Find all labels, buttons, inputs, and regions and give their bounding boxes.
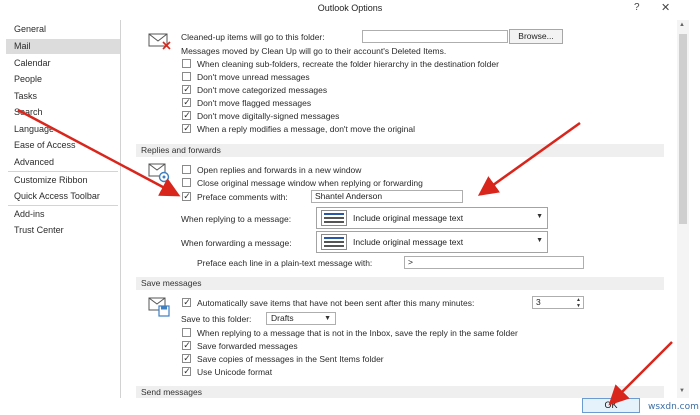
scroll-down-icon[interactable]: ▼ (679, 388, 685, 394)
checkbox-reply-modifies[interactable]: ✓ (182, 123, 191, 133)
options-sidebar: General Mail Calendar People Tasks Searc… (6, 20, 121, 412)
cleanup-info-text: Messages moved by Clean Up will go to th… (181, 46, 447, 56)
help-button[interactable]: ? (634, 2, 640, 13)
scrollbar-thumb[interactable] (679, 34, 687, 224)
label-autosave: Automatically save items that have not b… (197, 298, 475, 308)
sidebar-item-quick-access-toolbar[interactable]: Quick Access Toolbar (6, 189, 120, 204)
sidebar-item-search[interactable]: Search (6, 105, 120, 120)
section-save-messages: Save messages (136, 277, 664, 290)
checkbox-dont-move-unread[interactable] (182, 72, 191, 81)
sidebar-item-add-ins[interactable]: Add-ins (6, 207, 120, 222)
checkbox-autosave[interactable]: ✓ (182, 297, 191, 307)
autosave-minutes-stepper[interactable]: 3 ▲ ▼ (532, 296, 584, 309)
spinner-icon[interactable]: ▲ ▼ (576, 297, 581, 308)
checkbox-preface-comments[interactable]: ✓ (182, 191, 191, 201)
label-open-new-window: Open replies and forwards in a new windo… (197, 165, 362, 175)
sidebar-item-ease-of-access[interactable]: Ease of Access (6, 138, 120, 153)
autosave-minutes-value: 3 (536, 297, 541, 307)
label-save-forwarded: Save forwarded messages (197, 341, 298, 351)
sidebar-item-general[interactable]: General (6, 22, 120, 37)
checkmark-icon: ✓ (183, 297, 191, 307)
label-dont-move-flagged: Don't move flagged messages (197, 98, 312, 108)
cleanup-folder-field[interactable] (362, 30, 508, 43)
checkbox-unicode-format[interactable]: ✓ (182, 366, 191, 376)
sidebar-item-trust-center[interactable]: Trust Center (6, 223, 120, 238)
scroll-up-icon[interactable]: ▲ (679, 22, 685, 28)
preface-each-line-field[interactable]: > (404, 256, 584, 269)
sidebar-item-mail[interactable]: Mail (6, 39, 120, 54)
message-layout-icon (321, 210, 347, 226)
section-send-messages: Send messages (136, 386, 664, 398)
label-reply-modifies: When a reply modifies a message, don't m… (197, 124, 416, 134)
chevron-down-icon: ▼ (324, 315, 331, 322)
watermark-text: wsxdn.com (648, 402, 699, 412)
checkmark-icon: ✓ (183, 123, 191, 133)
checkbox-dont-move-signed[interactable]: ✓ (182, 110, 191, 120)
replying-dropdown[interactable]: Include original message text ▼ (316, 207, 548, 229)
label-dont-move-signed: Don't move digitally-signed messages (197, 111, 340, 121)
options-scrollbar[interactable]: ▲ ▼ (677, 20, 689, 398)
checkmark-icon: ✓ (183, 366, 191, 376)
sidebar-item-language[interactable]: Language (6, 122, 120, 137)
replying-dropdown-value: Include original message text (353, 213, 464, 223)
label-recreate-hierarchy: When cleaning sub-folders, recreate the … (197, 59, 499, 69)
checkbox-save-reply-same-folder[interactable] (182, 328, 191, 337)
checkbox-dont-move-categorized[interactable]: ✓ (182, 84, 191, 94)
label-preface-comments: Preface comments with: (197, 192, 288, 202)
checkbox-recreate-hierarchy[interactable] (182, 59, 191, 68)
label-save-sent-copies: Save copies of messages in the Sent Item… (197, 354, 384, 364)
forwarding-dropdown-value: Include original message text (353, 237, 464, 247)
checkbox-open-new-window[interactable] (182, 165, 191, 174)
checkbox-save-sent-copies[interactable]: ✓ (182, 353, 191, 363)
cleanup-folder-label: Cleaned-up items will go to this folder: (181, 32, 325, 42)
sidebar-item-calendar[interactable]: Calendar (6, 56, 120, 71)
save-folder-dropdown[interactable]: Drafts ▼ (266, 312, 336, 325)
sidebar-divider (8, 171, 118, 172)
cleanup-trash-icon (148, 30, 172, 50)
message-layout-icon (321, 234, 347, 250)
ok-button[interactable]: OK (582, 398, 640, 413)
sidebar-item-people[interactable]: People (6, 72, 120, 87)
label-dont-move-categorized: Don't move categorized messages (197, 85, 328, 95)
window-title: Outlook Options (317, 3, 383, 13)
forwarding-dropdown[interactable]: Include original message text ▼ (316, 231, 548, 253)
label-save-reply-same-folder: When replying to a message that is not i… (197, 328, 518, 338)
save-folder-value: Drafts (271, 313, 294, 323)
label-dont-move-unread: Don't move unread messages (197, 72, 310, 82)
reply-gear-icon (148, 162, 172, 184)
browse-button[interactable]: Browse... (509, 29, 563, 44)
label-preface-each-line: Preface each line in a plain-text messag… (197, 258, 373, 268)
label-save-folder: Save to this folder: (181, 314, 252, 324)
checkmark-icon: ✓ (183, 191, 191, 201)
checkbox-save-forwarded[interactable]: ✓ (182, 340, 191, 350)
section-replies-forwards: Replies and forwards (136, 144, 664, 157)
sidebar-divider (8, 205, 118, 206)
sidebar-item-tasks[interactable]: Tasks (6, 89, 120, 104)
chevron-down-icon: ▼ (536, 237, 543, 244)
mail-options-panel: Cleaned-up items will go to this folder:… (136, 20, 676, 398)
label-when-forwarding: When forwarding a message: (181, 238, 292, 248)
title-bar: Outlook Options ? ✕ (0, 0, 700, 18)
label-unicode-format: Use Unicode format (197, 367, 273, 377)
checkbox-close-original[interactable] (182, 178, 191, 187)
preface-comments-field[interactable]: Shantel Anderson (311, 190, 463, 203)
sidebar-item-advanced[interactable]: Advanced (6, 155, 120, 170)
close-button[interactable]: ✕ (661, 1, 670, 14)
label-close-original: Close original message window when reply… (197, 178, 423, 188)
chevron-down-icon: ▼ (536, 213, 543, 220)
save-disk-icon (148, 296, 172, 318)
label-when-replying: When replying to a message: (181, 214, 292, 224)
checkbox-dont-move-flagged[interactable]: ✓ (182, 97, 191, 107)
sidebar-item-customize-ribbon[interactable]: Customize Ribbon (6, 173, 120, 188)
